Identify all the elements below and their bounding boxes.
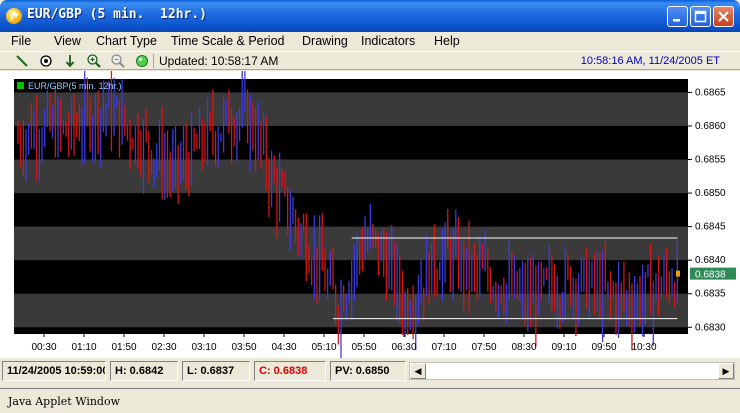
- menu-indicators[interactable]: Indicators: [361, 34, 415, 48]
- status-close: C: 0.6838: [254, 361, 326, 381]
- y-tick-label: 0.6855: [695, 155, 726, 166]
- menu-help[interactable]: Help: [434, 34, 460, 48]
- updated-time: Updated: 10:58:17 AM: [159, 54, 279, 68]
- plot-band: [14, 92, 688, 126]
- crosshair-icon[interactable]: [38, 53, 54, 69]
- x-tick-label: 07:10: [431, 342, 456, 353]
- y-tick-label: 0.6845: [695, 222, 726, 233]
- x-tick-label: 02:30: [151, 342, 176, 353]
- down-arrow-icon[interactable]: [62, 53, 78, 69]
- zoom-out-icon[interactable]: [110, 53, 126, 69]
- x-tick-label: 01:10: [71, 342, 96, 353]
- y-tick-label: 0.6850: [695, 188, 726, 199]
- y-tick-label: 0.6860: [695, 121, 726, 132]
- chart-panel[interactable]: 0.6865 0.6860 0.6855 0.6850 0.6845 0.6840 0.68…: [0, 65, 740, 360]
- legend-swatch: [17, 82, 24, 89]
- x-tick-label: 05:50: [351, 342, 376, 353]
- status-low: L: 0.6837: [182, 361, 250, 381]
- close-button[interactable]: [713, 6, 734, 27]
- menu-time-scale[interactable]: Time Scale & Period: [171, 34, 284, 48]
- x-tick-label: 08:30: [511, 342, 536, 353]
- maximize-button[interactable]: [690, 6, 711, 27]
- status-date: 11/24/2005 10:59:00: [2, 361, 106, 381]
- x-tick-label: 07:50: [471, 342, 496, 353]
- status-high: H: 0.6842: [110, 361, 178, 381]
- minimize-button[interactable]: [667, 6, 688, 27]
- x-tick-label: 00:30: [31, 342, 56, 353]
- app-icon: [6, 8, 22, 24]
- price-chart[interactable]: 0.6865 0.6860 0.6855 0.6850 0.6845 0.6840 0.68…: [0, 65, 740, 360]
- title-bar[interactable]: EUR/GBP (5 min. 12hr.): [0, 0, 740, 32]
- x-tick-label: 04:30: [271, 342, 296, 353]
- status-light-icon: [134, 53, 150, 69]
- current-price-label: 0.6838: [695, 270, 726, 281]
- x-tick-label: 06:30: [391, 342, 416, 353]
- x-tick-label: 05:10: [311, 342, 336, 353]
- applet-bar: Java Applet Window: [0, 388, 740, 413]
- x-tick-label: 03:10: [191, 342, 216, 353]
- menu-drawing[interactable]: Drawing: [302, 34, 348, 48]
- y-tick-label: 0.6835: [695, 289, 726, 300]
- applet-label: Java Applet Window: [8, 395, 121, 408]
- status-bar: 11/24/2005 10:59:00 H: 0.6842 L: 0.6837 …: [0, 360, 740, 382]
- menu-view[interactable]: View: [54, 34, 81, 48]
- y-tick-label: 0.6830: [695, 322, 726, 333]
- menu-file[interactable]: File: [11, 34, 31, 48]
- scroll-right-icon[interactable]: ▶: [718, 363, 734, 379]
- chart-legend: EUR/GBP(5 min. 12hr.): [28, 81, 122, 91]
- current-price-marker: [676, 270, 680, 277]
- server-datetime: 10:58:16 AM, 11/24/2005 ET: [580, 55, 720, 67]
- x-tick-label: 01:50: [111, 342, 136, 353]
- plot-band: [14, 159, 688, 194]
- y-tick-label: 0.6865: [695, 87, 726, 98]
- horizontal-scrollbar[interactable]: ◀ ▶: [409, 362, 735, 380]
- scroll-left-icon[interactable]: ◀: [410, 363, 426, 379]
- toolbar: Updated: 10:58:17 AM 10:58:16 AM, 11/24/…: [0, 51, 740, 70]
- x-tick-label: 10:30: [631, 342, 656, 353]
- x-tick-label: 09:10: [551, 342, 576, 353]
- line-draw-icon[interactable]: [14, 53, 30, 69]
- y-tick-label: 0.6840: [695, 255, 726, 266]
- window-title: EUR/GBP (5 min. 12hr.): [27, 7, 208, 22]
- toolbar-separator: [153, 54, 154, 68]
- zoom-in-icon[interactable]: [86, 53, 102, 69]
- x-tick-label: 09:50: [591, 342, 616, 353]
- menu-chart-type[interactable]: Chart Type: [96, 34, 157, 48]
- x-tick-label: 03:50: [231, 342, 256, 353]
- menu-bar: File View Chart Type Time Scale & Period…: [0, 32, 740, 51]
- status-pv: PV: 0.6850: [330, 361, 406, 381]
